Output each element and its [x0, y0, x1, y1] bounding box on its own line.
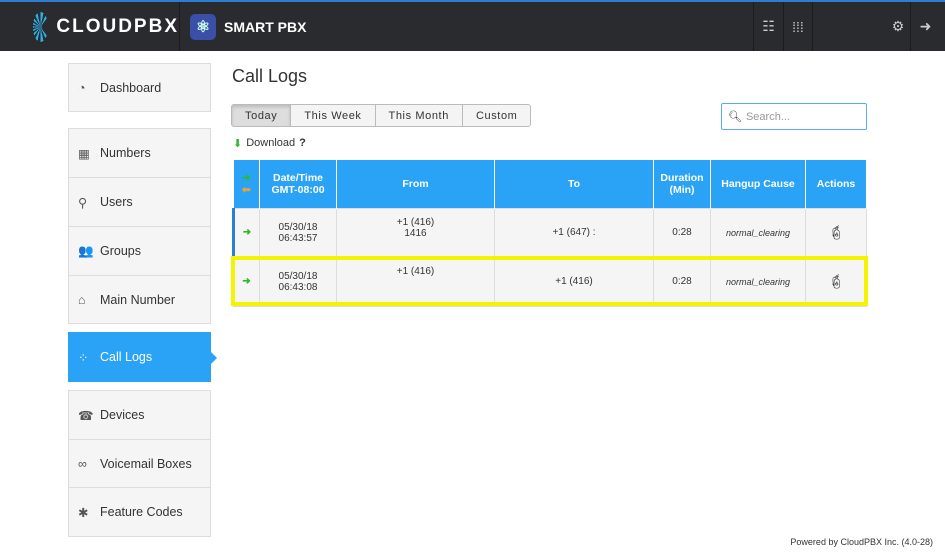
- hangup-cause-cell: normal_clearing: [710, 207, 806, 258]
- atom-icon: ⚛: [190, 13, 216, 40]
- top-bar: CLOUDPBX ⚛ SMART PBX ☷ ⁞⁞⁞ ⚙ ➜: [0, 0, 945, 51]
- search-placeholder: Search...: [745, 110, 790, 123]
- dashboard-icon: ◔: [78, 80, 86, 95]
- sidebar-item-call-logs[interactable]: ⁘ Call Logs: [68, 332, 217, 382]
- date-range-tabs: Today This Week This Month Custom: [231, 104, 532, 127]
- page-title: Call Logs: [232, 66, 308, 86]
- sidebar-item-groups[interactable]: 👥 Groups: [68, 226, 211, 276]
- sidebar-item-voicemail[interactable]: ∞ Voicemail Boxes: [68, 439, 211, 488]
- label: Feature Codes: [100, 505, 183, 519]
- label: Numbers: [100, 146, 151, 160]
- tab-this-month[interactable]: This Month: [374, 104, 463, 127]
- extinguisher-icon[interactable]: 🧯︎: [805, 207, 867, 258]
- datetime-cell: 05/30/18 06:43:57: [259, 207, 337, 258]
- label: Users: [100, 195, 133, 209]
- help-icon[interactable]: ?: [299, 137, 306, 150]
- device-icon: ☎: [78, 408, 94, 423]
- tab-this-week[interactable]: This Week: [290, 104, 376, 127]
- label: Call Logs: [100, 350, 153, 364]
- highlight-box: [231, 256, 868, 306]
- label: Main Number: [100, 292, 176, 307]
- call-logs-icon: ⁘: [78, 350, 89, 365]
- sidebar-item-numbers[interactable]: ▦ Numbers: [68, 128, 211, 178]
- brand-logo[interactable]: CLOUDPBX: [0, 2, 180, 51]
- grid-icon: ▦: [78, 146, 90, 161]
- brand-name: CLOUDPBX: [56, 15, 179, 37]
- label: Devices: [100, 408, 145, 422]
- sidebar-item-dashboard[interactable]: ◔ Dashboard: [68, 63, 211, 112]
- label: Groups: [100, 244, 141, 258]
- tab-custom[interactable]: Custom: [461, 104, 532, 127]
- app-title[interactable]: ⚛ SMART PBX: [180, 13, 307, 40]
- table-row[interactable]: ➜ 05/30/18 06:43:57 +1 (416) 1416 +1 (647)…: [232, 207, 867, 258]
- tab-today[interactable]: Today: [231, 104, 292, 127]
- users-icon: 👥: [78, 243, 94, 258]
- header-duration[interactable]: Duration (Min): [653, 160, 711, 208]
- sidebar-item-main-number[interactable]: ⌂ Main Number: [68, 275, 211, 324]
- app-name: SMART PBX: [224, 18, 307, 35]
- search-icon: 🔍︎: [728, 111, 742, 123]
- header-from[interactable]: From: [336, 160, 495, 208]
- header-actions: Actions: [805, 160, 867, 208]
- download-icon: ⬇: [233, 138, 243, 150]
- download-link[interactable]: ⬇ Download?: [233, 137, 306, 150]
- asterisk-icon: ✱: [78, 505, 89, 520]
- header-to[interactable]: To: [494, 160, 654, 208]
- footer: Powered by CloudPBX Inc. (4.0-28): [790, 537, 933, 547]
- inbound-arrow-icon: ➜: [232, 207, 260, 258]
- download-label: Download: [246, 137, 296, 149]
- logout-icon[interactable]: ➜: [910, 2, 940, 51]
- label: Dashboard: [100, 80, 162, 95]
- header-hangup-cause[interactable]: Hangup Cause: [710, 160, 806, 208]
- direction-header: ➜ ⬅: [233, 160, 260, 208]
- home-icon: ⌂: [78, 292, 86, 307]
- logo-icon: [33, 11, 55, 42]
- voicemail-icon: ∞: [78, 456, 87, 471]
- duration-cell: 0:28: [653, 207, 711, 258]
- from-cell: +1 (416) 1416: [336, 207, 495, 258]
- label: Voicemail Boxes: [100, 456, 192, 471]
- to-cell: +1 (647) :: [494, 207, 654, 258]
- header-datetime[interactable]: Date/Time GMT-08:00: [259, 160, 337, 208]
- sidebar-item-devices[interactable]: ☎ Devices: [68, 390, 211, 440]
- user-icon: ⚲: [78, 195, 88, 210]
- sidebar-item-users[interactable]: ⚲ Users: [68, 177, 211, 227]
- search-input[interactable]: 🔍︎ Search...: [721, 103, 867, 130]
- tree-icon[interactable]: ☷: [753, 2, 783, 51]
- apps-grid-icon[interactable]: ⁞⁞⁞: [783, 2, 813, 51]
- gear-icon[interactable]: ⚙: [883, 2, 913, 51]
- sidebar-item-feature-codes[interactable]: ✱ Feature Codes: [68, 487, 211, 537]
